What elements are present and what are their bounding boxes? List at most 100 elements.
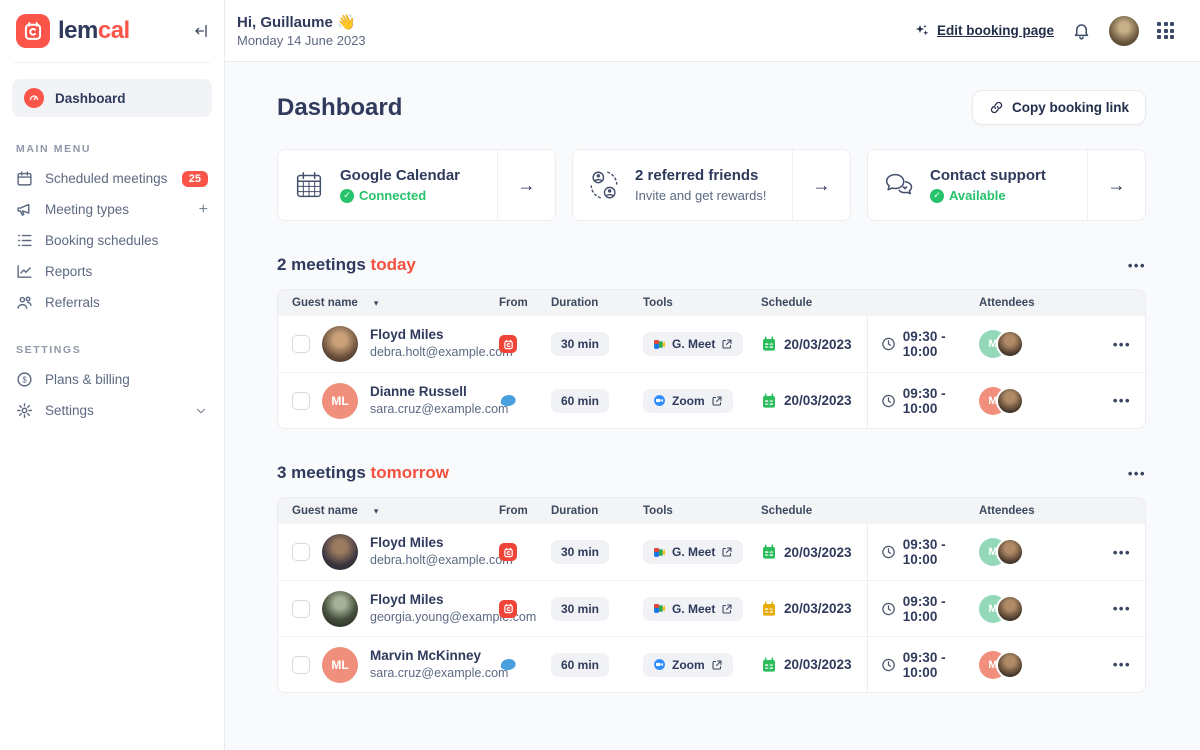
sidebar-item-scheduled-meetings[interactable]: Scheduled meetings 25 [0, 163, 224, 194]
lemcal-icon [499, 335, 517, 353]
table-row: Floyd Milesdebra.holt@example.com 30 min… [278, 524, 1145, 580]
lemlist-icon [499, 393, 518, 408]
dashboard-gauge-icon [24, 88, 44, 108]
check-icon: ✓ [930, 189, 944, 203]
meetings-table-tomorrow: Guest name▾ From Duration Tools Schedule… [277, 497, 1146, 693]
guest-avatar: ML [322, 647, 358, 683]
arrow-right-icon[interactable]: → [1087, 150, 1145, 220]
guest-name: Dianne Russell [370, 384, 508, 401]
meeting-time: 09:30 - 10:00 [903, 650, 979, 680]
guest-avatar [322, 534, 358, 570]
meeting-date: 20/03/2023 [784, 337, 852, 352]
column-duration: Duration [551, 505, 643, 517]
card-subtitle: Invite and get rewards! [635, 188, 792, 203]
logo: lemcal [0, 0, 224, 62]
attendees-avatars: M [979, 330, 1024, 358]
row-checkbox[interactable] [292, 543, 310, 561]
column-from: From [499, 505, 551, 517]
attendee-avatar [996, 651, 1024, 679]
gear-icon [16, 402, 33, 419]
tool-link[interactable]: G. Meet [643, 332, 743, 356]
user-avatar[interactable] [1109, 16, 1139, 46]
clock-icon [881, 336, 896, 352]
tool-link[interactable]: Zoom [643, 389, 733, 413]
lemcal-icon [499, 543, 517, 561]
referred-friends-icon [573, 168, 635, 202]
external-link-icon [721, 338, 733, 350]
column-attendees: Attendees [979, 505, 1091, 517]
sidebar-item-label: Reports [45, 264, 208, 279]
card-title: Google Calendar [340, 167, 460, 184]
collapse-sidebar-icon[interactable] [194, 23, 210, 39]
calendar-icon [761, 544, 777, 560]
page-title: Dashboard [277, 94, 402, 122]
guest-avatar [322, 326, 358, 362]
sidebar-item-dashboard[interactable]: Dashboard [12, 79, 212, 117]
attendees-avatars: M [979, 538, 1024, 566]
section-menu-button[interactable]: ••• [1128, 258, 1146, 273]
copy-booking-link-button[interactable]: Copy booking link [972, 90, 1146, 125]
edit-booking-page-link[interactable]: Edit booking page [914, 23, 1054, 39]
arrow-right-icon[interactable]: → [497, 150, 555, 220]
sidebar-item-label: Plans & billing [45, 372, 208, 387]
sidebar-item-plans-billing[interactable]: $ Plans & billing [0, 364, 224, 395]
column-guest-name[interactable]: Guest name [292, 297, 358, 309]
clock-icon [881, 393, 896, 409]
wave-emoji: 👋 [337, 14, 356, 31]
sort-arrow-icon: ▾ [374, 506, 379, 517]
table-row: ML Dianne Russellsara.cruz@example.com 6… [278, 372, 1145, 428]
sidebar-item-referrals[interactable]: Referrals [0, 287, 224, 318]
meeting-date: 20/03/2023 [784, 601, 852, 616]
sidebar-item-label: Dashboard [55, 91, 126, 106]
duration-badge: 60 min [551, 653, 609, 677]
contact-support-card[interactable]: Contact support ✓Available → [867, 149, 1146, 221]
guest-avatar [322, 591, 358, 627]
attendee-avatar [996, 538, 1024, 566]
tool-link[interactable]: G. Meet [643, 540, 743, 564]
row-menu-button[interactable]: ••• [1113, 657, 1131, 672]
guest-email: sara.cruz@example.com [370, 665, 508, 682]
guest-name: Floyd Miles [370, 535, 513, 552]
row-checkbox[interactable] [292, 392, 310, 410]
row-menu-button[interactable]: ••• [1113, 545, 1131, 560]
google-calendar-card[interactable]: Google Calendar ✓Connected → [277, 149, 556, 221]
section-title-today: 2 meetings today [277, 255, 416, 275]
attendee-avatar [996, 330, 1024, 358]
arrow-right-icon[interactable]: → [792, 150, 850, 220]
row-menu-button[interactable]: ••• [1113, 601, 1131, 616]
row-menu-button[interactable]: ••• [1113, 337, 1131, 352]
column-attendees: Attendees [979, 297, 1091, 309]
column-guest-name[interactable]: Guest name [292, 505, 358, 517]
attendees-avatars: M [979, 387, 1024, 415]
sidebar-item-meeting-types[interactable]: Meeting types + [0, 194, 224, 225]
section-menu-button[interactable]: ••• [1128, 466, 1146, 481]
notifications-bell-icon[interactable] [1072, 21, 1091, 40]
referred-friends-card[interactable]: 2 referred friends Invite and get reward… [572, 149, 851, 221]
row-checkbox[interactable] [292, 600, 310, 618]
sidebar-item-booking-schedules[interactable]: Booking schedules [0, 225, 224, 256]
sort-arrow-icon: ▾ [374, 298, 379, 309]
calendar-icon [761, 601, 777, 617]
tool-link[interactable]: Zoom [643, 653, 733, 677]
meetings-table-today: Guest name▾ From Duration Tools Schedule… [277, 289, 1146, 429]
external-link-icon [711, 395, 723, 407]
table-row: Floyd Milesgeorgia.young@example.com 30 … [278, 580, 1145, 636]
apps-grid-icon[interactable] [1157, 22, 1174, 39]
sidebar-item-reports[interactable]: Reports [0, 256, 224, 287]
meeting-date: 20/03/2023 [784, 393, 852, 408]
greeting-block: Hi, Guillaume 👋 Monday 14 June 2023 [237, 13, 366, 48]
calendar-icon [16, 170, 33, 187]
sparkles-icon [914, 23, 930, 39]
row-checkbox[interactable] [292, 335, 310, 353]
calendar-icon [761, 336, 777, 352]
scheduled-meetings-badge: 25 [182, 171, 208, 187]
row-checkbox[interactable] [292, 656, 310, 674]
row-menu-button[interactable]: ••• [1113, 393, 1131, 408]
sidebar-item-settings[interactable]: Settings [0, 395, 224, 426]
add-meeting-type-icon[interactable]: + [199, 202, 208, 218]
tool-link[interactable]: G. Meet [643, 597, 743, 621]
billing-icon: $ [16, 371, 33, 388]
sidebar-item-label: Meeting types [45, 202, 187, 217]
meeting-time: 09:30 - 10:00 [903, 386, 979, 416]
main-menu-label: MAIN MENU [16, 143, 208, 155]
